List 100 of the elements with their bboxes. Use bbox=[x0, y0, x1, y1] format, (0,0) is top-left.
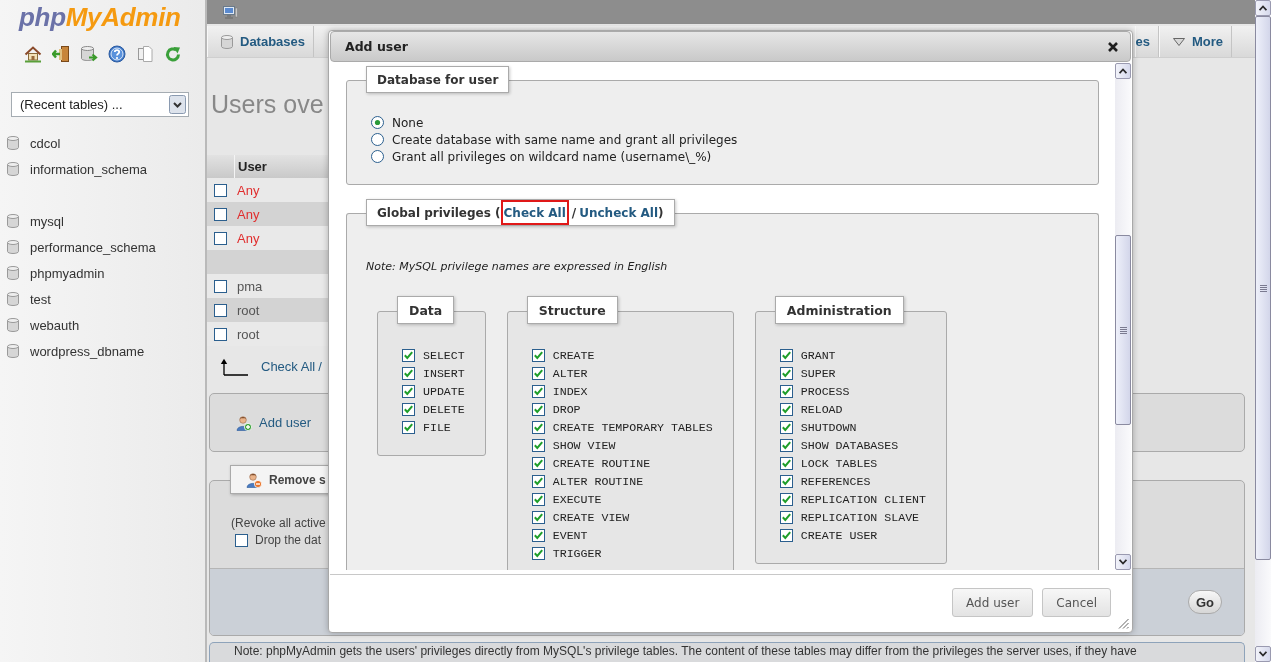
database-link[interactable]: information_schema bbox=[30, 161, 148, 177]
checkbox[interactable] bbox=[402, 348, 415, 362]
scrollbar-thumb[interactable] bbox=[1115, 235, 1131, 425]
checkbox-label[interactable]: SHUTDOWN bbox=[800, 420, 857, 434]
checkbox-label[interactable]: EVENT bbox=[552, 528, 588, 542]
checkbox[interactable] bbox=[779, 438, 793, 452]
checkbox-label[interactable]: CREATE VIEW bbox=[552, 510, 630, 524]
dialog-button[interactable]: Add user bbox=[952, 588, 1034, 617]
checkbox[interactable] bbox=[779, 528, 793, 542]
checkbox-label[interactable]: SUPER bbox=[800, 366, 836, 380]
checkbox-label[interactable]: RELOAD bbox=[800, 402, 843, 416]
scroll-down-button[interactable] bbox=[1255, 646, 1271, 662]
checkbox[interactable] bbox=[214, 303, 227, 317]
checkbox[interactable] bbox=[402, 402, 415, 416]
checkbox-label[interactable]: DELETE bbox=[423, 402, 465, 416]
checkbox[interactable] bbox=[531, 420, 545, 434]
checkbox[interactable] bbox=[531, 438, 545, 452]
database-link[interactable]: wordpress_dbname bbox=[30, 343, 145, 359]
database-link[interactable]: mysql bbox=[30, 213, 64, 229]
help-icon[interactable] bbox=[108, 45, 126, 63]
door-arrow-icon[interactable] bbox=[52, 45, 70, 63]
checkbox-label[interactable]: SHOW DATABASES bbox=[800, 438, 899, 452]
checkbox[interactable] bbox=[214, 327, 227, 341]
checkbox[interactable] bbox=[531, 546, 545, 560]
scroll-up-button[interactable] bbox=[1255, 0, 1271, 16]
checkbox-label[interactable]: PROCESS bbox=[800, 384, 850, 398]
checkbox-label[interactable]: GRANT bbox=[800, 348, 836, 362]
checkbox[interactable] bbox=[531, 384, 545, 398]
uncheck-all-link[interactable]: Uncheck All bbox=[579, 200, 659, 225]
checkbox-label[interactable]: CREATE TEMPORARY TABLES bbox=[552, 420, 713, 434]
database-link[interactable]: phpmyadmin bbox=[30, 265, 105, 281]
scroll-up-button[interactable] bbox=[1115, 63, 1131, 79]
checkbox[interactable] bbox=[531, 492, 545, 506]
checkbox-label[interactable]: SELECT bbox=[423, 348, 465, 362]
radio-label[interactable]: None bbox=[392, 115, 424, 130]
checkbox[interactable] bbox=[779, 456, 793, 470]
checkbox[interactable] bbox=[779, 402, 793, 416]
checkbox[interactable] bbox=[402, 366, 415, 380]
checkbox-label[interactable]: UPDATE bbox=[423, 384, 465, 398]
checkbox[interactable] bbox=[402, 420, 415, 434]
checkbox-label[interactable]: EXECUTE bbox=[552, 492, 602, 506]
checkbox-label[interactable]: CREATE ROUTINE bbox=[552, 456, 651, 470]
checkbox[interactable] bbox=[214, 207, 227, 221]
checkbox-label[interactable]: ALTER bbox=[552, 366, 588, 380]
checkbox[interactable] bbox=[531, 510, 545, 524]
checkbox-label[interactable]: INDEX bbox=[552, 384, 588, 398]
checkbox[interactable] bbox=[779, 510, 793, 524]
database-link[interactable]: cdcol bbox=[30, 135, 61, 151]
database-arrow-icon[interactable] bbox=[80, 45, 98, 63]
check-all-link[interactable]: Check All bbox=[261, 359, 316, 374]
checkbox-label[interactable]: FILE bbox=[423, 420, 451, 434]
chevron-down-icon[interactable] bbox=[169, 95, 186, 114]
documents-icon[interactable] bbox=[136, 45, 154, 63]
radio-button[interactable] bbox=[371, 150, 384, 163]
checkbox[interactable] bbox=[531, 456, 545, 470]
tab[interactable]: More bbox=[1158, 26, 1232, 57]
resize-grip-icon[interactable] bbox=[1117, 617, 1129, 629]
go-button[interactable]: Go bbox=[1187, 590, 1222, 614]
checkbox[interactable] bbox=[531, 348, 545, 362]
add-user-link[interactable]: Add user bbox=[259, 415, 312, 430]
checkbox-label[interactable]: CREATE USER bbox=[800, 528, 878, 542]
database-link[interactable]: webauth bbox=[30, 317, 80, 333]
checkbox-label[interactable]: INSERT bbox=[423, 366, 465, 380]
checkbox[interactable] bbox=[779, 348, 793, 362]
checkbox[interactable] bbox=[531, 528, 545, 542]
radio-button[interactable] bbox=[371, 133, 384, 146]
checkbox-label[interactable]: CREATE bbox=[552, 348, 595, 362]
checkbox[interactable] bbox=[779, 366, 793, 380]
checkbox[interactable] bbox=[531, 474, 545, 488]
checkbox-label[interactable]: REPLICATION SLAVE bbox=[800, 510, 920, 524]
checkbox-label[interactable]: REPLICATION CLIENT bbox=[800, 492, 926, 506]
checkbox-label[interactable]: LOCK TABLES bbox=[800, 456, 878, 470]
checkbox-label[interactable]: ALTER ROUTINE bbox=[552, 474, 644, 488]
tab[interactable]: es bbox=[1135, 26, 1159, 57]
recent-tables-select[interactable]: (Recent tables) ... bbox=[11, 92, 189, 117]
checkbox[interactable] bbox=[779, 474, 793, 488]
checkbox[interactable] bbox=[779, 492, 793, 506]
checkbox[interactable] bbox=[531, 402, 545, 416]
checkbox[interactable] bbox=[779, 420, 793, 434]
checkbox-label[interactable]: SHOW VIEW bbox=[552, 438, 616, 452]
checkbox[interactable] bbox=[235, 533, 248, 547]
database-link[interactable]: performance_schema bbox=[30, 239, 156, 255]
radio-label[interactable]: Grant all privileges on wildcard name (username\_%) bbox=[392, 149, 712, 164]
checkbox-label[interactable]: TRIGGER bbox=[552, 546, 602, 560]
checkbox[interactable] bbox=[214, 231, 227, 245]
home-icon[interactable] bbox=[24, 45, 42, 63]
checkbox[interactable] bbox=[779, 384, 793, 398]
dialog-button[interactable]: Cancel bbox=[1042, 588, 1111, 617]
radio-button[interactable] bbox=[371, 116, 384, 129]
database-link[interactable]: test bbox=[30, 291, 51, 307]
checkbox[interactable] bbox=[402, 384, 415, 398]
reload-icon[interactable] bbox=[164, 45, 182, 63]
tab[interactable]: Databases bbox=[207, 26, 315, 57]
checkbox[interactable] bbox=[214, 183, 227, 197]
radio-label[interactable]: Create database with same name and grant all privileges bbox=[392, 132, 738, 147]
checkbox[interactable] bbox=[214, 279, 227, 293]
checkbox[interactable] bbox=[531, 366, 545, 380]
checkbox-label[interactable]: REFERENCES bbox=[800, 474, 871, 488]
scroll-down-button[interactable] bbox=[1115, 554, 1131, 570]
checkbox-label[interactable]: DROP bbox=[552, 402, 581, 416]
